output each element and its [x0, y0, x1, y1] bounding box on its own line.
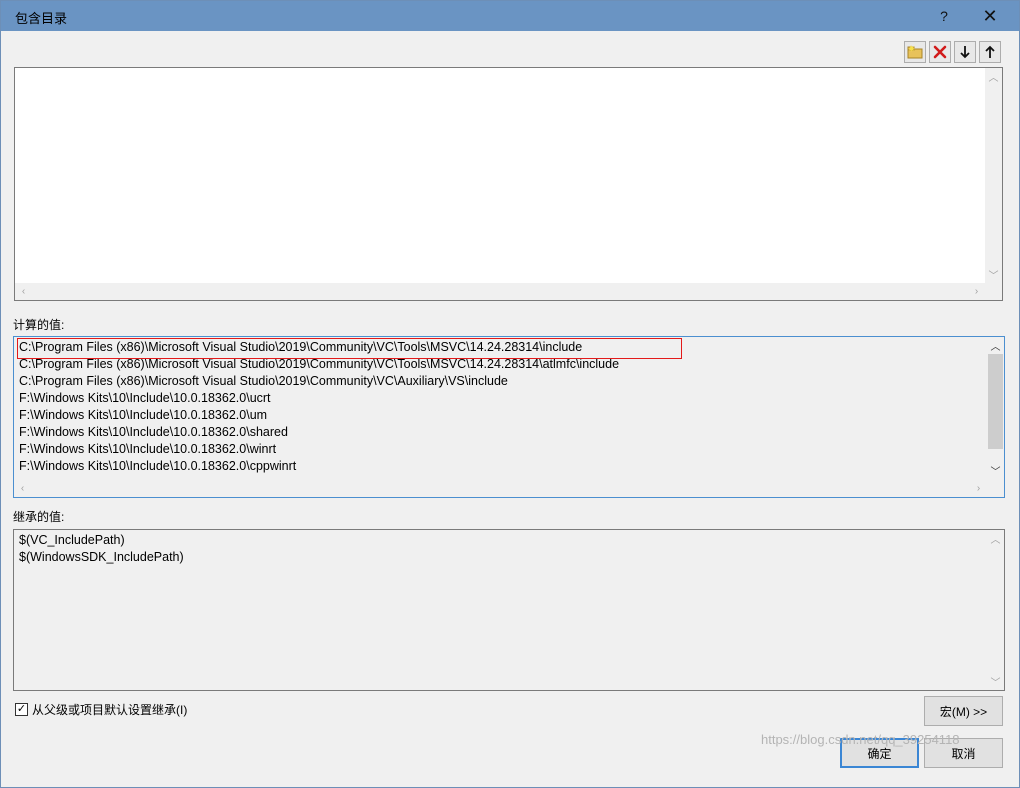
help-icon: ? [940, 8, 948, 24]
list-item[interactable]: F:\Windows Kits\10\Include\10.0.18362.0\… [18, 424, 984, 441]
list-item[interactable]: F:\Windows Kits\10\Include\10.0.18362.0\… [18, 407, 984, 424]
help-button[interactable]: ? [921, 1, 967, 31]
editor-vertical-scrollbar[interactable]: ︿ ﹀ [985, 68, 1002, 283]
inherited-values-rows: $(VC_IncludePath) $(WindowsSDK_IncludePat… [18, 532, 984, 566]
include-directories-dialog: 包含目录 ? ✕ ︿ ﹀ ‹ › 计算的值: C:\Program Files … [0, 0, 1020, 788]
checkmark-icon: ✓ [16, 703, 27, 715]
new-line-button[interactable] [904, 41, 926, 63]
scroll-up-icon[interactable]: ︿ [985, 68, 1002, 85]
list-item[interactable]: C:\Program Files (x86)\Microsoft Visual … [18, 339, 984, 356]
list-item[interactable]: $(WindowsSDK_IncludePath) [18, 549, 984, 566]
list-item[interactable]: $(VC_IncludePath) [18, 532, 984, 549]
delete-icon [933, 45, 947, 59]
scroll-down-icon[interactable]: ﹀ [985, 266, 1002, 283]
inherit-checkbox-label: 从父级或项目默认设置继承(I) [32, 703, 188, 717]
evaluated-vertical-scrollbar[interactable]: ︿ ﹀ [987, 337, 1004, 480]
move-down-button[interactable] [954, 41, 976, 63]
evaluated-values-label: 计算的值: [13, 318, 65, 332]
include-paths-editor[interactable]: ︿ ﹀ ‹ › [14, 67, 1003, 301]
scroll-down-icon[interactable]: ﹀ [987, 673, 1004, 690]
macros-button[interactable]: 宏(M) >> [924, 696, 1003, 726]
scroll-down-icon[interactable]: ﹀ [987, 462, 1004, 479]
evaluated-values-rows: C:\Program Files (x86)\Microsoft Visual … [18, 339, 984, 475]
scroll-up-icon[interactable]: ︿ [987, 530, 1004, 547]
evaluated-values-list[interactable]: C:\Program Files (x86)\Microsoft Visual … [13, 336, 1005, 498]
inherited-vertical-scrollbar[interactable]: ︿ ﹀ [987, 530, 1004, 690]
list-item[interactable]: C:\Program Files (x86)\Microsoft Visual … [18, 356, 984, 373]
scroll-right-icon[interactable]: › [968, 283, 985, 300]
scroll-left-icon[interactable]: ‹ [14, 480, 31, 497]
new-folder-icon [907, 45, 923, 59]
move-up-button[interactable] [979, 41, 1001, 63]
inherited-values-list[interactable]: $(VC_IncludePath) $(WindowsSDK_IncludePat… [13, 529, 1005, 691]
list-item[interactable]: F:\Windows Kits\10\Include\10.0.18362.0\… [18, 390, 984, 407]
inherit-checkbox[interactable]: ✓ [15, 703, 28, 716]
move-up-icon [985, 45, 995, 58]
scroll-up-icon[interactable]: ︿ [987, 337, 1004, 354]
close-icon: ✕ [982, 5, 998, 26]
window-title: 包含目录 [15, 11, 68, 26]
inherit-checkbox-row[interactable]: ✓ 从父级或项目默认设置继承(I) [15, 701, 187, 718]
list-item[interactable]: C:\Program Files (x86)\Microsoft Visual … [18, 373, 984, 390]
scrollbar-corner [985, 283, 1002, 300]
scrollbar-thumb[interactable] [988, 354, 1003, 449]
title-bar[interactable]: 包含目录 ? ✕ [1, 1, 1019, 31]
list-item[interactable]: F:\Windows Kits\10\Include\10.0.18362.0\… [18, 458, 984, 475]
watermark: https://blog.csdn.net/qq_39254118 [761, 732, 960, 747]
scroll-left-icon[interactable]: ‹ [15, 283, 32, 300]
move-down-icon [960, 46, 970, 59]
list-item[interactable]: F:\Windows Kits\10\Include\10.0.18362.0\… [18, 441, 984, 458]
scrollbar-corner [987, 480, 1004, 497]
close-button[interactable]: ✕ [967, 1, 1013, 31]
scroll-right-icon[interactable]: › [970, 480, 987, 497]
editor-horizontal-scrollbar[interactable]: ‹ › [15, 283, 985, 300]
evaluated-horizontal-scrollbar[interactable]: ‹ › [14, 480, 987, 497]
inherited-values-label: 继承的值: [13, 510, 65, 524]
delete-line-button[interactable] [929, 41, 951, 63]
dialog-content: ︿ ﹀ ‹ › 计算的值: C:\Program Files (x86)\Mic… [9, 31, 1013, 781]
